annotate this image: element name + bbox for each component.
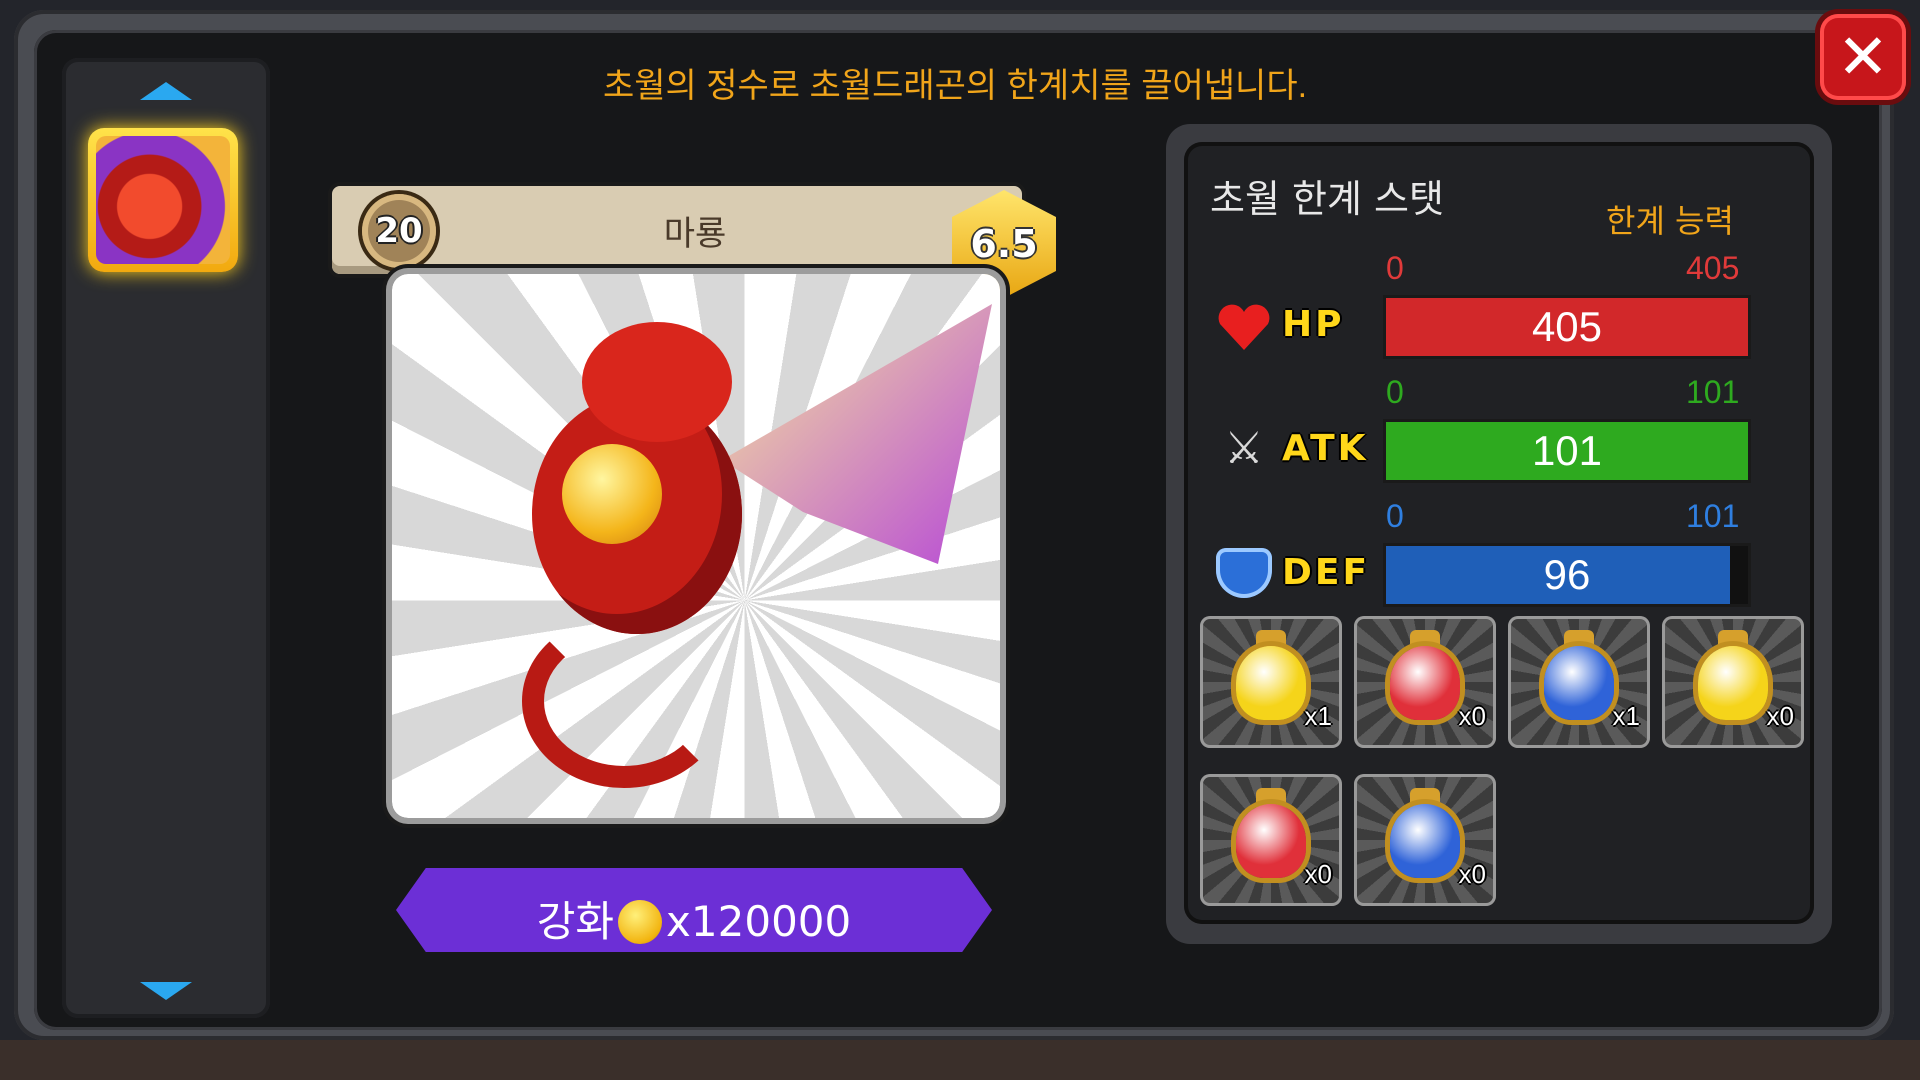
- dragon-tail-image: [522, 614, 726, 788]
- def-value: 96: [1543, 551, 1591, 598]
- grade-value: 6.5: [970, 222, 1038, 266]
- hp-value: 405: [1531, 303, 1603, 350]
- close-icon: ✕: [1837, 20, 1889, 93]
- def-bar: 96: [1386, 546, 1748, 604]
- def-min: 0: [1386, 498, 1404, 534]
- dragon-portrait-icon: [96, 136, 230, 264]
- dragon-orb-image: [562, 444, 662, 544]
- potion-count: x0: [1766, 701, 1794, 731]
- yellow-potion-icon: [1236, 646, 1306, 720]
- stats-subtitle: 한계 능력: [1606, 202, 1734, 240]
- atk-min: 0: [1386, 374, 1404, 410]
- potion-count: x0: [1458, 701, 1486, 731]
- background-strip: [0, 1040, 1920, 1080]
- def-max: 101: [1686, 498, 1740, 534]
- large-yellow-potion-icon: [1698, 646, 1768, 720]
- potion-slot-2[interactable]: x0: [1354, 616, 1496, 748]
- potion-slot-4[interactable]: x0: [1662, 616, 1804, 748]
- enhance-label-text: 강화: [536, 897, 615, 946]
- potion-count: x1: [1304, 701, 1332, 731]
- character-artwork: [392, 274, 1000, 818]
- stats-title: 초월 한계 스탯: [1210, 177, 1444, 221]
- potion-slot-1[interactable]: x1: [1200, 616, 1342, 748]
- potion-slot-3[interactable]: x1: [1508, 616, 1650, 748]
- hp-max: 405: [1686, 250, 1740, 286]
- atk-value: 101: [1531, 427, 1603, 474]
- level-badge: 20: [362, 194, 436, 268]
- dragon-head-image: [582, 322, 732, 442]
- hp-label: HP: [1282, 304, 1345, 345]
- atk-label: ATK: [1282, 428, 1369, 469]
- scroll-down-arrow-icon[interactable]: [140, 982, 192, 1000]
- scroll-up-arrow-icon[interactable]: [140, 82, 192, 100]
- hp-bar: 405: [1386, 298, 1748, 356]
- instruction-text: 초월의 정수로 초월드래곤의 한계치를 끌어냅니다.: [602, 67, 1308, 105]
- blue-potion-icon: [1544, 646, 1614, 720]
- crossed-swords-icon: ⚔: [1224, 423, 1264, 474]
- large-red-potion-icon: [1236, 804, 1306, 878]
- def-label: DEF: [1282, 552, 1371, 593]
- atk-bar: 101: [1386, 422, 1748, 480]
- dragon-wing-image: [722, 304, 992, 564]
- potion-count: x0: [1458, 859, 1486, 889]
- potion-slot-5[interactable]: x0: [1200, 774, 1342, 906]
- potion-count: x0: [1304, 859, 1332, 889]
- hp-min: 0: [1386, 250, 1404, 286]
- red-potion-icon: [1390, 646, 1460, 720]
- potion-slot-6[interactable]: x0: [1354, 774, 1496, 906]
- enhance-button-label[interactable]: 강화 x120000: [396, 888, 992, 949]
- selected-character-thumbnail[interactable]: [88, 128, 238, 272]
- character-name: 마룡: [663, 214, 727, 254]
- potion-count: x1: [1612, 701, 1640, 731]
- gold-coin-icon: [618, 900, 663, 944]
- enhance-cost: x120000: [666, 897, 852, 946]
- large-blue-potion-icon: [1390, 804, 1460, 878]
- close-button[interactable]: ✕: [1820, 14, 1906, 100]
- atk-max: 101: [1686, 374, 1740, 410]
